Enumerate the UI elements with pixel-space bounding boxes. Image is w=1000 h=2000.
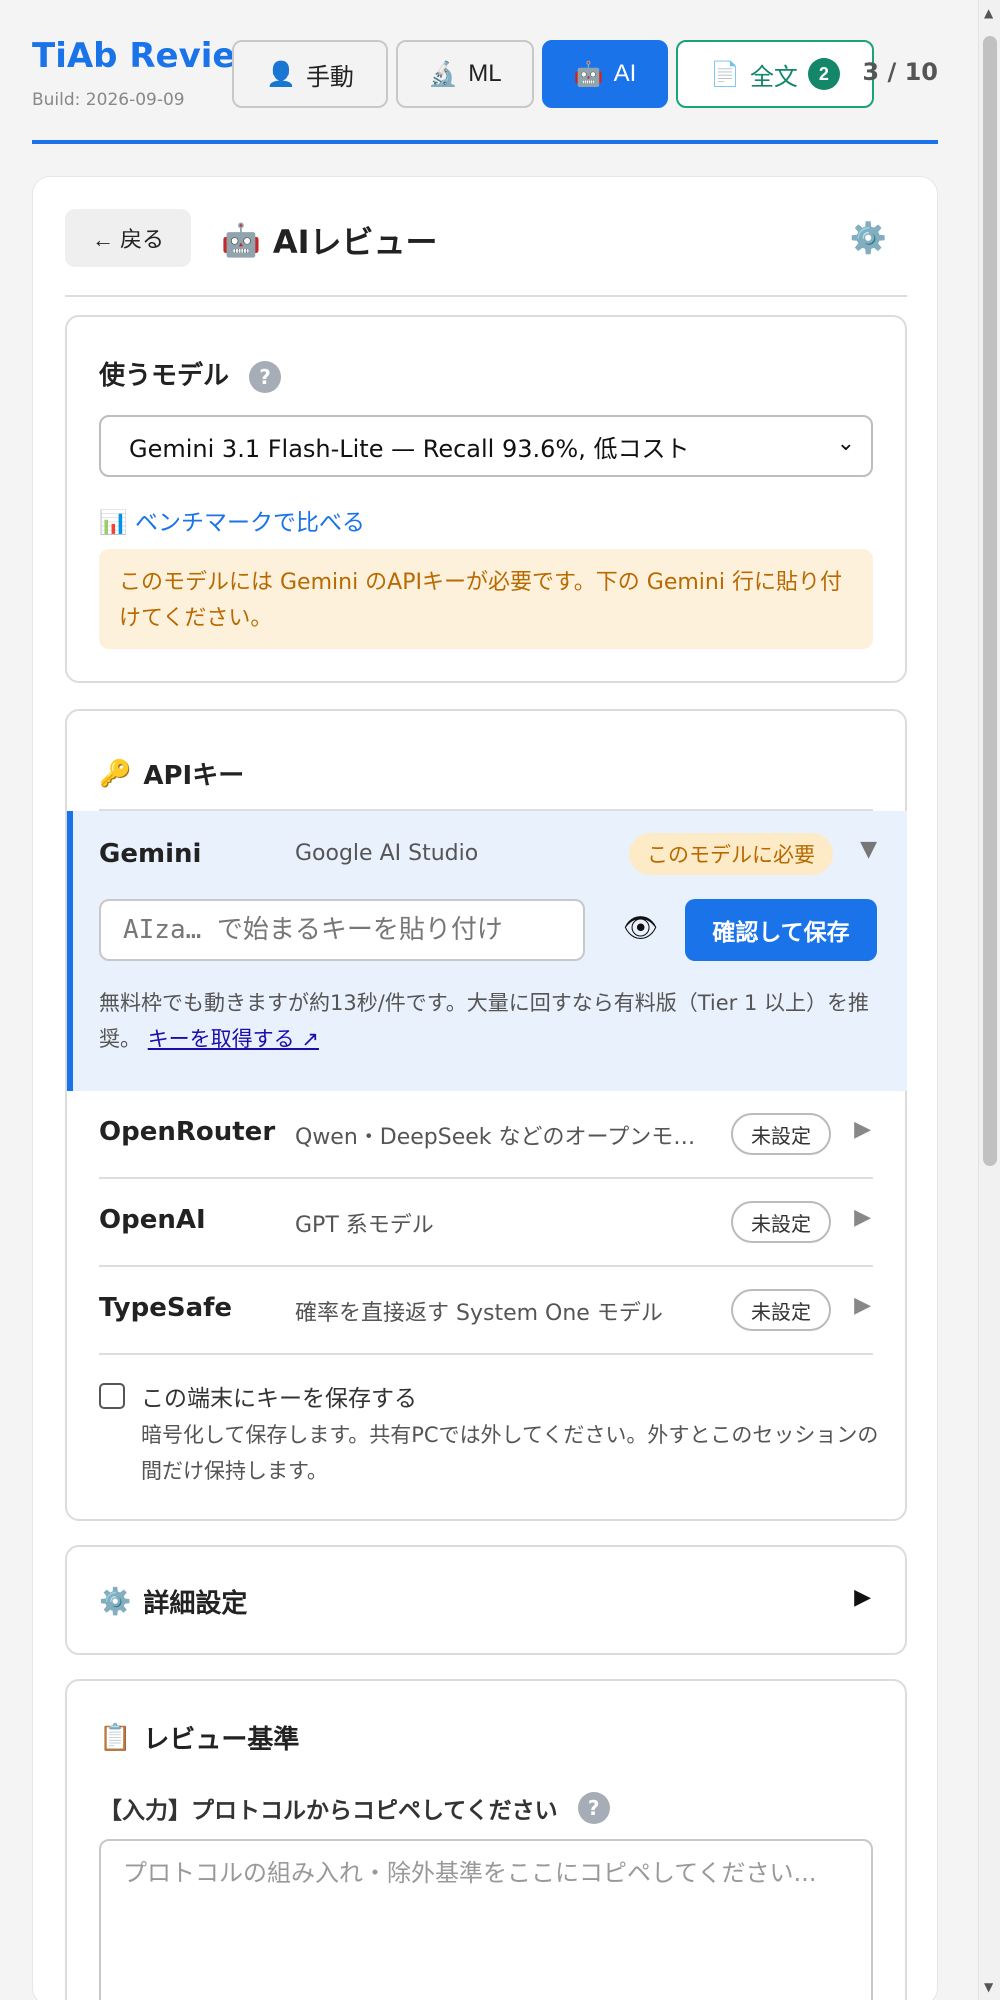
microscope-icon: 🔬 [428,60,459,88]
gear-icon[interactable]: ⚙️ [850,221,887,256]
advanced-title-text: 詳細設定 [143,1589,248,1619]
provider-desc: Google AI Studio [295,841,479,866]
page-scrollbar[interactable]: ▲ ▼ [978,0,1000,2000]
status-badge: 未設定 [731,1113,831,1155]
mode-fulltext-label: 全文 [749,63,798,91]
scroll-up-arrow-icon[interactable]: ▲ [984,6,993,20]
criteria-title-text: レビュー基準 [143,1725,300,1755]
help-icon[interactable]: ? [249,360,282,393]
key-icon: 🔑 [99,758,132,789]
fulltext-count-badge: 2 [807,58,840,90]
panel-title: 🤖 AIレビュー [221,217,438,263]
save-key-label[interactable]: この端末にキーを保存する [141,1379,417,1413]
clipboard-icon: 📋 [99,1722,132,1753]
robot-icon: 🤖 [573,60,604,88]
verify-save-button[interactable]: 確認して保存 [685,899,877,961]
save-key-checkbox[interactable] [99,1383,125,1409]
provider-row-openrouter[interactable]: OpenRouter Qwen・DeepSeek などのオープンモデル 未設定 … [99,1091,873,1179]
api-section-title: 🔑 APIキー [99,755,244,792]
criteria-title: 📋 レビュー基準 [99,1719,299,1756]
build-label: Build: 2026-09-09 [32,90,185,110]
app-header: TiAb Review Build: 2026-09-09 👤 手動 🔬 ML … [32,36,938,144]
caret-right-icon[interactable]: ▶ [854,1585,871,1610]
criteria-textarea[interactable] [99,1839,873,2000]
api-key-warning: このモデルには Gemini のAPIキーが必要です。下の Gemini 行に貼… [99,549,873,649]
provider-desc: GPT 系モデル [295,1213,434,1238]
provider-name: Gemini [99,839,202,869]
caret-right-icon[interactable]: ▶ [854,1293,871,1318]
provider-desc: Qwen・DeepSeek などのオープンモデル [295,1125,707,1150]
help-icon[interactable]: ? [577,1792,610,1824]
caret-right-icon[interactable]: ▶ [854,1205,871,1230]
person-icon: 👤 [266,60,296,88]
save-key-note: 暗号化して保存します。共有PCでは外してください。外すとこのセッションの間だけ保… [141,1423,879,1483]
api-key-card: 🔑 APIキー Gemini Google AI Studio このモデルに必要… [65,709,907,1521]
mode-ml-label: ML [468,60,502,87]
advanced-settings-card[interactable]: ⚙️ 詳細設定 ▶ [65,1545,907,1655]
provider-row-openai[interactable]: OpenAI GPT 系モデル 未設定 ▶ [99,1179,873,1267]
model-selected-value: Gemini 3.1 Flash-Lite — Recall 93.6%, 低コ… [129,434,690,463]
mode-manual-button[interactable]: 👤 手動 [232,40,388,108]
gear-icon: ⚙️ [99,1586,132,1617]
back-button[interactable]: ← 戻る [65,209,191,267]
mode-ml-button[interactable]: 🔬 ML [396,40,534,108]
provider-desc: 確率を直接返す System One モデル [295,1301,663,1326]
model-label: 使うモデル [99,361,230,391]
api-title-text: APIキー [143,761,245,791]
eye-icon[interactable]: 👁 [623,911,659,944]
benchmark-link-label: ベンチマークで比べる [134,510,365,536]
required-badge: このモデルに必要 [629,833,833,875]
get-key-link[interactable]: キーを取得する ↗ [148,1027,319,1051]
provider-row-gemini[interactable]: Gemini Google AI Studio このモデルに必要 ▼ 👁 確認し… [67,811,907,1091]
model-select[interactable]: Gemini 3.1 Flash-Lite — Recall 93.6%, 低コ… [99,415,873,477]
gemini-key-input[interactable] [99,899,585,961]
mode-fulltext-button[interactable]: 📄 全文 2 [676,40,874,108]
caret-down-icon[interactable]: ▼ [860,837,877,862]
robot-icon: 🤖 [221,221,261,259]
scroll-down-arrow-icon[interactable]: ▼ [984,1980,993,1994]
advanced-title: ⚙️ 詳細設定 [99,1583,247,1620]
model-card: 使うモデル? Gemini 3.1 Flash-Lite — Recall 93… [65,315,907,683]
status-badge: 未設定 [731,1289,831,1331]
caret-right-icon[interactable]: ▶ [854,1117,871,1142]
review-criteria-card: 📋 レビュー基準 【入力】プロトコルからコピペしてください? [65,1679,907,2000]
mode-manual-label: 手動 [305,63,354,91]
panel-title-text: AIレビュー [272,223,438,261]
mode-ai-button[interactable]: 🤖 AI [542,40,668,108]
chart-icon: 📊 [99,510,128,536]
model-section-label: 使うモデル? [99,355,282,393]
panel-header: ← 戻る 🤖 AIレビュー ⚙️ [65,209,907,297]
progress-counter: 3 / 10 [862,58,938,86]
provider-name: OpenAI [99,1205,206,1235]
document-icon: 📄 [710,60,740,88]
criteria-input-label-text: 【入力】プロトコルからコピペしてください [99,1798,558,1824]
mode-ai-label: AI [613,60,637,87]
provider-name: TypeSafe [99,1293,233,1323]
status-badge: 未設定 [731,1201,831,1243]
scrollbar-thumb[interactable] [983,36,997,1166]
gemini-hint: 無料枠でも動きますが約13秒/件です。大量に回すなら有料版（Tier 1 以上）… [99,985,889,1057]
criteria-input-label: 【入力】プロトコルからコピペしてください? [99,1791,610,1825]
provider-row-typesafe[interactable]: TypeSafe 確率を直接返す System One モデル 未設定 ▶ [99,1267,873,1355]
benchmark-link[interactable]: 📊 ベンチマークで比べる [99,503,365,537]
ai-review-panel: ← 戻る 🤖 AIレビュー ⚙️ 使うモデル? Gemini 3.1 Flash… [32,176,938,2000]
provider-name: OpenRouter [99,1117,276,1147]
chevron-down-icon: ⌄ [836,431,855,456]
